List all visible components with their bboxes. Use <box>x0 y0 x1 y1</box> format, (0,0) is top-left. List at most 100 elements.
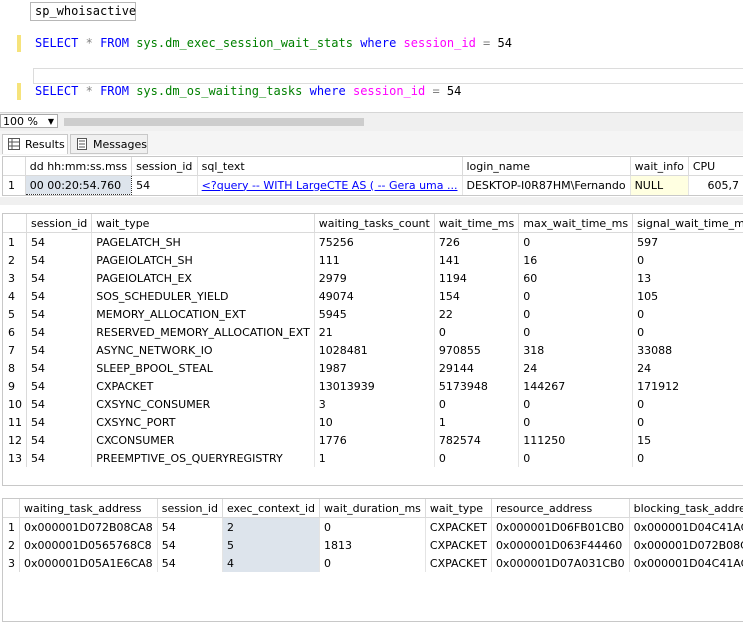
table-cell[interactable]: 0 <box>518 232 634 251</box>
table-row[interactable]: 12 54 CXCONSUMER 1776 782574 111250 15 <box>3 431 743 449</box>
column-header[interactable]: wait_duration_ms <box>319 499 426 518</box>
table-cell[interactable]: 60 <box>518 269 634 287</box>
table-cell[interactable]: CXCONSUMER <box>91 431 315 449</box>
table-row[interactable]: 1 00 00:20:54.760 54 <?query -- WITH Lar… <box>3 175 743 195</box>
column-header[interactable]: dd hh:mm:ss.mss <box>25 157 133 176</box>
column-header[interactable]: waiting_task_address <box>19 499 158 518</box>
table-cell[interactable]: 0x000001D072B08CA8 <box>19 517 158 536</box>
table-cell[interactable]: 54 <box>26 377 93 395</box>
table-cell[interactable]: 105 <box>632 287 743 305</box>
row-number[interactable]: 12 <box>3 431 27 449</box>
row-number[interactable]: 7 <box>3 341 27 359</box>
table-cell[interactable]: PAGEIOLATCH_SH <box>91 251 315 269</box>
table-cell[interactable]: CXSYNC_PORT <box>91 413 315 431</box>
table-row[interactable]: 10 54 CXSYNC_CONSUMER 3 0 0 0 <box>3 395 743 413</box>
table-cell[interactable]: 111250 <box>518 431 634 449</box>
row-number[interactable]: 2 <box>3 536 20 554</box>
table-cell[interactable]: 1028481 <box>314 341 435 359</box>
table-cell[interactable]: 54 <box>26 323 93 341</box>
table-row[interactable]: 3 54 PAGEIOLATCH_EX 2979 1194 60 13 <box>3 269 743 287</box>
table-cell[interactable]: SLEEP_BPOOL_STEAL <box>91 359 315 377</box>
table-cell[interactable]: CXPACKET <box>91 377 315 395</box>
table-row[interactable]: 4 54 SOS_SCHEDULER_YIELD 49074 154 0 105 <box>3 287 743 305</box>
table-cell[interactable]: 144267 <box>518 377 634 395</box>
table-cell[interactable]: 13013939 <box>314 377 435 395</box>
column-header[interactable]: session_id <box>26 214 93 233</box>
table-cell[interactable]: 0x000001D063F44460 <box>491 536 630 554</box>
table-cell[interactable]: 54 <box>131 175 198 195</box>
table-cell[interactable]: SOS_SCHEDULER_YIELD <box>91 287 315 305</box>
table-cell[interactable]: 22 <box>434 305 520 323</box>
table-cell[interactable]: DESKTOP-I0R87HM\Fernando <box>462 175 631 195</box>
table-cell[interactable]: 0x000001D07A031CB0 <box>491 554 630 572</box>
column-header[interactable]: exec_context_id <box>222 499 321 518</box>
column-header[interactable]: sql_text <box>197 157 463 176</box>
results-grid-3[interactable]: waiting_task_address session_id exec_con… <box>2 498 743 622</box>
table-cell[interactable]: 54 <box>26 395 93 413</box>
table-cell[interactable]: 54 <box>157 554 223 572</box>
column-header[interactable]: wait_type <box>425 499 492 518</box>
column-header[interactable]: session_id <box>131 157 198 176</box>
table-row[interactable]: 6 54 RESERVED_MEMORY_ALLOCATION_EXT 21 0 0 0 <box>3 323 743 341</box>
table-cell[interactable]: 29144 <box>434 359 520 377</box>
table-cell[interactable]: 54 <box>26 232 93 251</box>
column-header[interactable]: CPU <box>688 157 743 176</box>
table-cell[interactable]: 0 <box>632 413 743 431</box>
table-cell[interactable]: 141 <box>434 251 520 269</box>
table-row[interactable]: 11 54 CXSYNC_PORT 10 1 0 0 <box>3 413 743 431</box>
null-cell[interactable]: NULL <box>630 175 689 195</box>
row-number[interactable]: 1 <box>3 175 26 195</box>
table-cell[interactable]: 16 <box>518 251 634 269</box>
table-cell[interactable]: 0 <box>632 323 743 341</box>
row-number[interactable]: 6 <box>3 323 27 341</box>
table-cell[interactable]: 0 <box>518 413 634 431</box>
editor-horizontal-scrollbar[interactable] <box>60 116 743 128</box>
table-cell[interactable]: 0 <box>632 395 743 413</box>
table-cell[interactable]: 54 <box>26 359 93 377</box>
row-number[interactable]: 9 <box>3 377 27 395</box>
table-cell[interactable]: 10 <box>314 413 435 431</box>
table-row[interactable]: 8 54 SLEEP_BPOOL_STEAL 1987 29144 24 24 <box>3 359 743 377</box>
table-cell[interactable]: PAGEIOLATCH_EX <box>91 269 315 287</box>
table-cell[interactable]: 49074 <box>314 287 435 305</box>
table-cell[interactable]: 1 <box>314 449 435 467</box>
table-cell[interactable]: 0 <box>319 517 426 536</box>
table-cell[interactable]: 154 <box>434 287 520 305</box>
query-editor[interactable]: sp_whoisactive SELECT * FROM sys.dm_exec… <box>0 0 743 112</box>
table-cell[interactable]: 726 <box>434 232 520 251</box>
row-number[interactable]: 3 <box>3 554 20 572</box>
table-cell[interactable]: 24 <box>632 359 743 377</box>
table-cell[interactable]: 605,7 <box>688 175 743 195</box>
table-cell[interactable]: 13 <box>632 269 743 287</box>
table-cell[interactable]: 24 <box>518 359 634 377</box>
sql-text-link[interactable]: <?query -- WITH LargeCTE AS ( -- Gera um… <box>197 175 463 195</box>
table-cell[interactable]: CXPACKET <box>425 517 492 536</box>
table-row[interactable]: 2 54 PAGEIOLATCH_SH 111 141 16 0 <box>3 251 743 269</box>
table-cell[interactable]: 1 <box>434 413 520 431</box>
table-cell[interactable]: 5 <box>222 536 321 554</box>
table-cell[interactable]: 111 <box>314 251 435 269</box>
table-cell[interactable]: MEMORY_ALLOCATION_EXT <box>91 305 315 323</box>
table-cell[interactable]: 0 <box>632 305 743 323</box>
table-cell[interactable]: 54 <box>26 287 93 305</box>
table-row[interactable]: 13 54 PREEMPTIVE_OS_QUERYREGISTRY 1 0 0 0 <box>3 449 743 467</box>
table-cell[interactable]: 1194 <box>434 269 520 287</box>
table-cell[interactable]: 33088 <box>632 341 743 359</box>
column-header[interactable]: waiting_tasks_count <box>314 214 435 233</box>
table-row[interactable]: 1 54 PAGELATCH_SH 75256 726 0 597 <box>3 232 743 251</box>
table-row[interactable]: 5 54 MEMORY_ALLOCATION_EXT 5945 22 0 0 <box>3 305 743 323</box>
results-grid-2[interactable]: session_id wait_type waiting_tasks_count… <box>2 213 743 486</box>
table-row[interactable]: 9 54 CXPACKET 13013939 5173948 144267 171912 <box>3 377 743 395</box>
editor-line-1[interactable]: sp_whoisactive <box>35 4 136 18</box>
table-row[interactable]: 7 54 ASYNC_NETWORK_IO 1028481 970855 318 33088 <box>3 341 743 359</box>
table-cell[interactable]: CXPACKET <box>425 536 492 554</box>
table-cell[interactable]: 54 <box>26 413 93 431</box>
table-row[interactable]: 3 0x000001D05A1E6CA8 54 4 0 CXPACKET 0x000001D… <box>3 554 743 572</box>
column-header[interactable]: blocking_task_address <box>629 499 743 518</box>
table-cell[interactable]: 1813 <box>319 536 426 554</box>
table-cell[interactable]: 21 <box>314 323 435 341</box>
tab-results[interactable]: Results <box>2 134 68 154</box>
table-cell[interactable]: 0 <box>518 449 634 467</box>
table-cell[interactable]: 2 <box>222 517 321 536</box>
table-cell[interactable]: PAGELATCH_SH <box>91 232 315 251</box>
